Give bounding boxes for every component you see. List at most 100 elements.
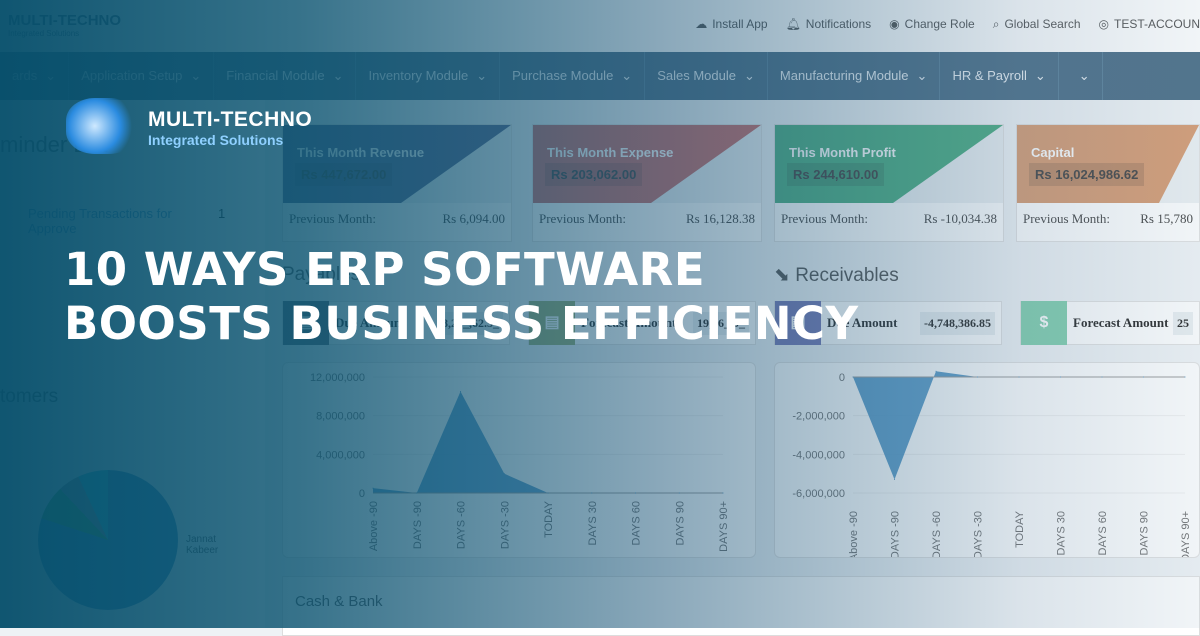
link-label: Notifications bbox=[806, 17, 871, 31]
payables-chart: 04,000,0008,000,00012,000,000Above -90DA… bbox=[282, 362, 756, 558]
nav-label: Application Setup bbox=[81, 52, 182, 100]
chevron-down-icon: ⌄ bbox=[45, 52, 56, 100]
headline-line-2: BOOSTS BUSINESS EFFICIENCY bbox=[64, 297, 1064, 351]
data-point bbox=[548, 493, 549, 494]
data-point bbox=[977, 377, 978, 378]
x-tick-label: DAYS 30 bbox=[1056, 511, 1068, 555]
notifications-link[interactable]: 🔔︎ Notifications bbox=[786, 17, 872, 32]
receivables-chart: 0 -2,000,000 -4,000,000 -6,000,000Above -90… bbox=[774, 362, 1200, 558]
link-label: TEST-ACCOUN bbox=[1114, 17, 1200, 31]
x-tick-label: DAYS -90 bbox=[412, 501, 424, 549]
nav-item[interactable]: Application Setup⌄ bbox=[69, 52, 214, 100]
kpi-value: Rs 16,024,986.62 bbox=[1029, 163, 1144, 186]
chevron-down-icon: ⌄ bbox=[190, 52, 201, 100]
chevron-down-icon: ⌄ bbox=[917, 52, 928, 100]
data-point bbox=[853, 377, 854, 378]
data-point bbox=[504, 473, 505, 474]
app-logo[interactable]: MULTI-TECHNOIntegrated Solutions bbox=[8, 12, 121, 38]
nav-item[interactable]: Inventory Module⌄ bbox=[356, 52, 500, 100]
kpi-title: This Month Profit bbox=[789, 145, 896, 160]
left-panel: minder List Pending Transactions for App… bbox=[0, 100, 265, 628]
cash-bank-section: Cash & Bank bbox=[282, 576, 1200, 636]
area-series bbox=[853, 371, 1185, 479]
change-role-link[interactable]: ◉Change Role bbox=[889, 17, 975, 32]
user-circle-icon: ◎ bbox=[1099, 17, 1109, 31]
data-point bbox=[894, 479, 895, 480]
nav-item[interactable]: Manufacturing Module⌄ bbox=[768, 52, 941, 100]
y-tick-label: -4,000,000 bbox=[792, 449, 845, 461]
pending-transactions-link[interactable]: Pending Transactions for Approve bbox=[28, 206, 188, 236]
data-point bbox=[591, 493, 592, 494]
top-bar: MULTI-TECHNOIntegrated Solutions ☁Instal… bbox=[0, 0, 1200, 52]
install-app-link[interactable]: ☁Install App bbox=[695, 17, 767, 32]
y-tick-label: 8,000,000 bbox=[316, 411, 365, 423]
data-point bbox=[1102, 377, 1103, 378]
y-tick-label: 12,000,000 bbox=[310, 372, 365, 384]
summary-label: Forecast Amount bbox=[1073, 315, 1173, 331]
brand-logo: MULTI-TECHNO Integrated Solutions bbox=[66, 98, 386, 158]
x-tick-label: Above -90 bbox=[848, 511, 860, 557]
previous-month-label: Previous Month: bbox=[781, 211, 868, 227]
previous-month-value: Rs 15,780 bbox=[1140, 211, 1193, 227]
pending-count: 1 bbox=[218, 206, 225, 221]
x-tick-label: DAYS 60 bbox=[631, 501, 643, 545]
main-nav: ards⌄Application Setup⌄Financial Module⌄… bbox=[0, 52, 1200, 100]
x-tick-label: TODAY bbox=[543, 500, 555, 538]
y-tick-label: 4,000,000 bbox=[316, 449, 365, 461]
nav-item[interactable]: ards⌄ bbox=[0, 52, 69, 100]
kpi-card: This Month ProfitRs 244,610.00 Previous … bbox=[774, 124, 1004, 242]
link-label: Change Role bbox=[905, 17, 975, 31]
data-point bbox=[723, 493, 724, 494]
previous-month-label: Previous Month: bbox=[289, 211, 376, 227]
data-point bbox=[1143, 377, 1144, 378]
bell-icon: 🔔︎ bbox=[786, 17, 801, 31]
nav-item[interactable]: HR & Payroll⌄ bbox=[940, 52, 1058, 100]
data-point bbox=[936, 371, 937, 372]
x-tick-label: DAYS -60 bbox=[931, 511, 943, 557]
kpi-card: This Month ExpenseRs 203,062.00 Previous… bbox=[532, 124, 762, 242]
nav-label: Manufacturing Module bbox=[780, 52, 909, 100]
nav-item[interactable]: Sales Module⌄ bbox=[645, 52, 768, 100]
headline: 10 WAYS ERP SOFTWARE BOOSTS BUSINESS EFF… bbox=[64, 243, 1064, 351]
x-tick-label: DAYS -30 bbox=[973, 511, 985, 557]
nav-item[interactable]: Financial Module⌄ bbox=[214, 52, 356, 100]
nav-label: Financial Module bbox=[226, 52, 324, 100]
x-tick-label: DAYS -30 bbox=[499, 501, 511, 549]
headline-line-1: 10 WAYS ERP SOFTWARE bbox=[64, 243, 1064, 297]
data-point bbox=[1185, 377, 1186, 378]
customers-title: tomers bbox=[0, 386, 58, 408]
nav-item[interactable]: Purchase Module⌄ bbox=[500, 52, 645, 100]
account-menu[interactable]: ◎ TEST-ACCOUN bbox=[1099, 17, 1200, 32]
x-tick-label: DAYS 90 bbox=[674, 501, 686, 545]
search-icon: ⌕ bbox=[993, 17, 1000, 31]
x-tick-label: DAYS 30 bbox=[587, 501, 599, 545]
kpi-title: This Month Expense bbox=[547, 145, 673, 160]
link-label: Global Search bbox=[1004, 17, 1080, 31]
brand-name: MULTI-TECHNO bbox=[148, 108, 312, 132]
data-point bbox=[679, 493, 680, 494]
y-tick-label: -6,000,000 bbox=[792, 488, 845, 500]
pie-label: Jannat Kabeer bbox=[186, 534, 236, 556]
kpi-value: Rs 203,062.00 bbox=[545, 163, 642, 186]
previous-month-value: Rs 6,094.00 bbox=[443, 211, 505, 227]
logo-subtitle: Integrated Solutions bbox=[8, 29, 121, 38]
nav-label: Purchase Module bbox=[512, 52, 613, 100]
chevron-down-icon: ⌄ bbox=[333, 52, 344, 100]
chevron-down-icon: ⌄ bbox=[621, 52, 632, 100]
y-tick-label: 0 bbox=[839, 372, 845, 384]
nav-item[interactable]: ⌄ bbox=[1059, 52, 1103, 100]
data-point bbox=[416, 493, 417, 494]
kpi-card: CapitalRs 16,024,986.62 Previous Month:R… bbox=[1016, 124, 1200, 242]
chevron-down-icon: ⌄ bbox=[1035, 52, 1046, 100]
nav-label: Inventory Module bbox=[368, 52, 468, 100]
y-tick-label: 0 bbox=[359, 488, 365, 500]
x-tick-label: DAYS -90 bbox=[890, 511, 902, 557]
chevron-down-icon: ⌄ bbox=[744, 52, 755, 100]
x-tick-label: DAYS 60 bbox=[1097, 511, 1109, 555]
y-tick-label: -2,000,000 bbox=[792, 411, 845, 423]
previous-month-value: Rs -10,034.38 bbox=[924, 211, 997, 227]
global-search-link[interactable]: ⌕ Global Search bbox=[993, 17, 1081, 32]
logo-text: MULTI-TECHNO bbox=[8, 12, 121, 29]
cloud-download-icon: ☁ bbox=[695, 17, 707, 31]
data-point bbox=[635, 493, 636, 494]
